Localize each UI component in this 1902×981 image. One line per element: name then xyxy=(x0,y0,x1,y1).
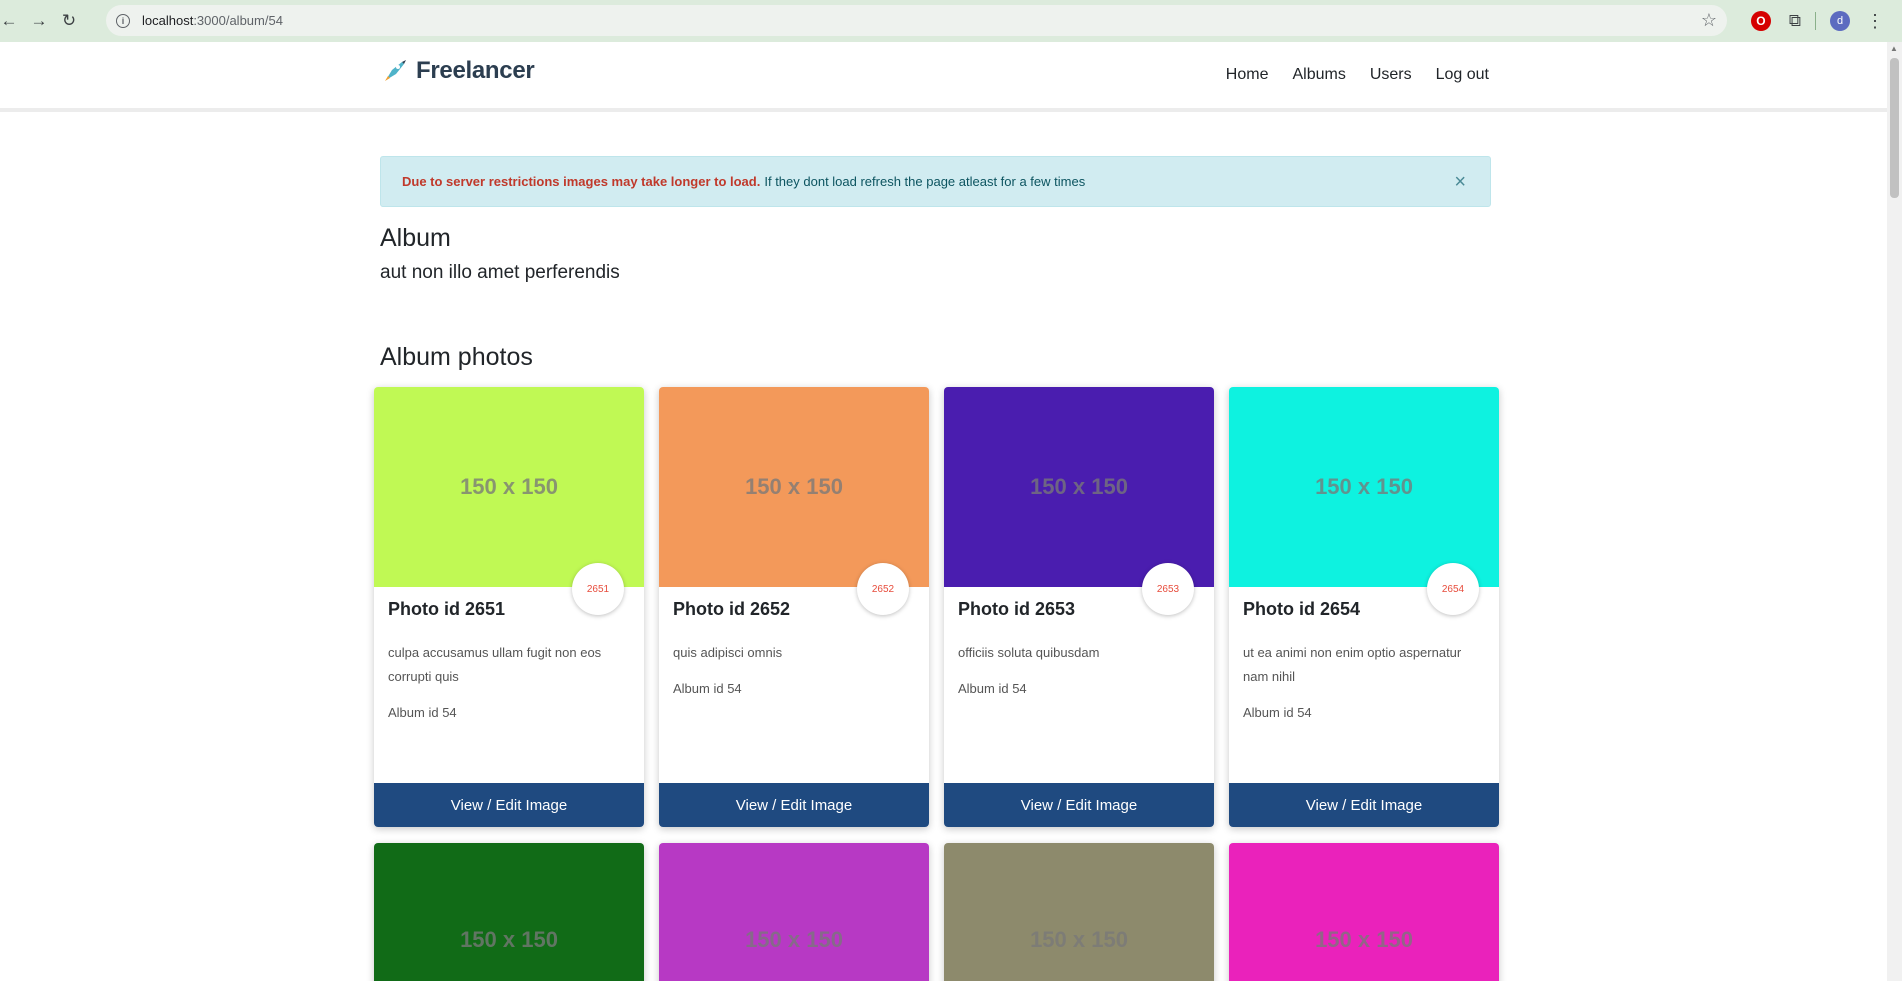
nav-home[interactable]: Home xyxy=(1226,66,1269,84)
address-bar[interactable]: i localhost:3000/album/54 ☆ xyxy=(106,5,1727,36)
photo-thumbnail[interactable]: 150 x 150 xyxy=(1229,843,1499,981)
forward-icon[interactable]: → xyxy=(24,6,54,36)
album-title: aut non illo amet perferendis xyxy=(380,262,620,283)
photo-card: 150 x 150 2651 Photo id 2651 culpa accus… xyxy=(374,387,644,827)
placeholder-text: 150 x 150 xyxy=(1030,474,1128,499)
view-edit-image-button[interactable]: View / Edit Image xyxy=(374,783,644,827)
placeholder-text: 150 x 150 xyxy=(745,474,843,499)
nav-logout[interactable]: Log out xyxy=(1436,66,1489,84)
url-path: :3000/album/54 xyxy=(193,13,283,28)
placeholder-text: 150 x 150 xyxy=(1315,474,1413,499)
extensions-puzzle-icon[interactable]: ⧉ xyxy=(1789,11,1801,31)
photo-id-badge: 2653 xyxy=(1142,563,1194,615)
close-icon[interactable]: × xyxy=(1454,171,1466,194)
brand-name: Freelancer xyxy=(416,57,535,84)
photo-card: 150 x 150 xyxy=(1229,843,1499,981)
photo-id-badge: 2651 xyxy=(572,563,624,615)
photo-album-id: Album id 54 xyxy=(673,681,742,696)
placeholder-text: 150 x 150 xyxy=(1315,927,1413,952)
placeholder-text: 150 x 150 xyxy=(745,927,843,952)
info-alert: Due to server restrictions images may ta… xyxy=(380,156,1491,207)
placeholder-text: 150 x 150 xyxy=(460,927,558,952)
placeholder-text: 150 x 150 xyxy=(1030,927,1128,952)
rocket-logo-icon xyxy=(385,60,406,81)
back-icon[interactable]: ← xyxy=(0,6,24,36)
photo-thumbnail[interactable]: 150 x 150 xyxy=(659,387,929,587)
toolbar-divider xyxy=(1815,12,1816,30)
scroll-up-arrow-icon[interactable]: ▲ xyxy=(1890,44,1898,53)
view-edit-image-button[interactable]: View / Edit Image xyxy=(659,783,929,827)
photo-thumbnail[interactable]: 150 x 150 xyxy=(944,843,1214,981)
photo-album-id: Album id 54 xyxy=(958,681,1027,696)
photo-thumbnail[interactable]: 150 x 150 xyxy=(374,387,644,587)
photo-description: quis adipisci omnis xyxy=(673,645,783,660)
bookmark-star-icon[interactable]: ☆ xyxy=(1701,10,1717,31)
site-navbar: Freelancer Home Albums Users Log out xyxy=(0,42,1887,112)
nav-links: Home Albums Users Log out xyxy=(1226,66,1489,84)
photo-details: ut ea animi non enim optio aspernatur na… xyxy=(1243,641,1488,725)
extension-icon[interactable]: O xyxy=(1750,11,1771,31)
nav-users[interactable]: Users xyxy=(1370,66,1412,84)
photo-title: Photo id 2651 xyxy=(388,599,506,619)
url-text[interactable]: localhost:3000/album/54 xyxy=(142,13,283,28)
photo-thumbnail[interactable]: 150 x 150 xyxy=(374,843,644,981)
photo-card: 150 x 150 xyxy=(374,843,644,981)
url-host: localhost xyxy=(142,13,194,28)
site-info-icon[interactable]: i xyxy=(116,13,130,28)
scrollbar-thumb[interactable] xyxy=(1890,58,1899,198)
photo-thumbnail[interactable]: 150 x 150 xyxy=(944,387,1214,587)
photo-card: 150 x 150 xyxy=(944,843,1214,981)
view-edit-image-button[interactable]: View / Edit Image xyxy=(944,783,1214,827)
photo-description: officiis soluta quibusdam xyxy=(958,645,1100,660)
photo-id-badge: 2654 xyxy=(1427,563,1479,615)
alert-strong-text: Due to server restrictions images may ta… xyxy=(402,174,761,189)
photo-album-id: Album id 54 xyxy=(388,705,457,720)
photo-card: 150 x 150 2652 Photo id 2652 quis adipis… xyxy=(659,387,929,827)
photo-title: Photo id 2652 xyxy=(673,599,791,619)
photo-card: 150 x 150 xyxy=(659,843,929,981)
photo-title: Photo id 2654 xyxy=(1243,599,1361,619)
placeholder-text: 150 x 150 xyxy=(460,474,558,499)
browser-menu-icon[interactable]: ⋮ xyxy=(1866,11,1884,32)
photo-details: quis adipisci omnis Album id 54 xyxy=(673,641,918,701)
page-scrollbar[interactable]: ▲ xyxy=(1887,42,1902,981)
photo-card: 150 x 150 2653 Photo id 2653 officiis so… xyxy=(944,387,1214,827)
album-heading: Album xyxy=(380,224,451,252)
photo-id-badge: 2652 xyxy=(857,563,909,615)
reload-icon[interactable]: ↻ xyxy=(54,6,84,36)
photo-thumbnail[interactable]: 150 x 150 xyxy=(1229,387,1499,587)
photo-description: ut ea animi non enim optio aspernatur na… xyxy=(1243,645,1462,684)
photos-heading: Album photos xyxy=(380,343,533,371)
browser-toolbar: ← → ↻ i localhost:3000/album/54 ☆ O ⧉ d … xyxy=(0,0,1902,42)
alert-text: If they dont load refresh the page atlea… xyxy=(764,174,1086,189)
photo-album-id: Album id 54 xyxy=(1243,705,1312,720)
photo-description: culpa accusamus ullam fugit non eos corr… xyxy=(388,645,602,684)
nav-albums[interactable]: Albums xyxy=(1292,66,1345,84)
brand-link[interactable]: Freelancer xyxy=(380,56,535,86)
profile-avatar[interactable]: d xyxy=(1830,11,1850,31)
view-edit-image-button[interactable]: View / Edit Image xyxy=(1229,783,1499,827)
photo-details: culpa accusamus ullam fugit non eos corr… xyxy=(388,641,633,725)
photo-thumbnail[interactable]: 150 x 150 xyxy=(659,843,929,981)
photo-card: 150 x 150 2654 Photo id 2654 ut ea animi… xyxy=(1229,387,1499,827)
photo-title: Photo id 2653 xyxy=(958,599,1076,619)
photo-details: officiis soluta quibusdam Album id 54 xyxy=(958,641,1203,701)
extension-area: O ⧉ d ⋮ xyxy=(1750,0,1902,42)
